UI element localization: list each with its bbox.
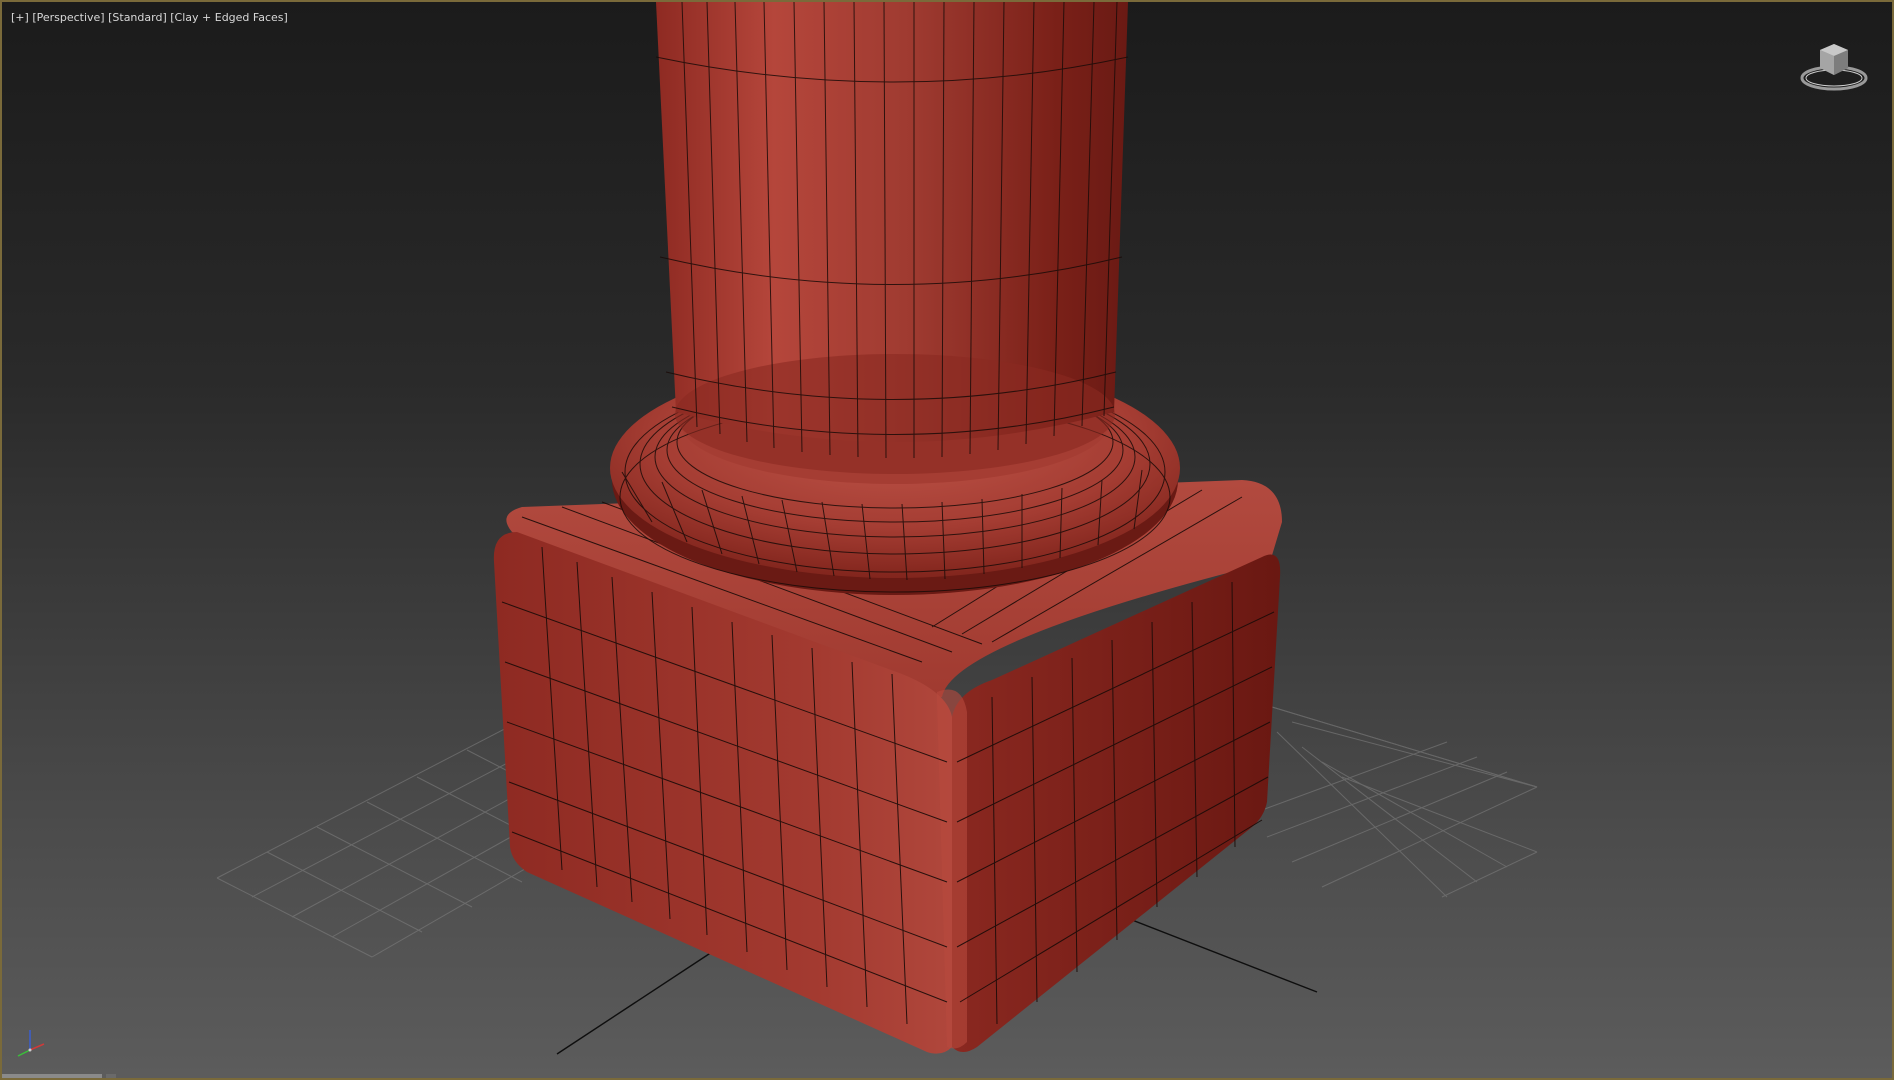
viewcube-icon[interactable]: [1798, 36, 1870, 92]
viewport-label-menu[interactable]: [+] [Perspective] [Standard] [Clay + Edg…: [11, 11, 288, 24]
viewport-scene: [216, 2, 1538, 1055]
viewport-standard-menu[interactable]: [Standard]: [108, 11, 167, 24]
viewport-shading-menu[interactable]: [Clay + Edged Faces]: [170, 11, 288, 24]
viewport-view-menu[interactable]: [Perspective]: [32, 11, 104, 24]
perspective-viewport[interactable]: [+] [Perspective] [Standard] [Clay + Edg…: [0, 0, 1894, 1080]
viewport-plus-menu[interactable]: [+]: [11, 11, 29, 24]
column-shaft: [655, 2, 1129, 474]
axis-tripod-icon: [17, 1030, 45, 1057]
timeline-slider-handle[interactable]: [106, 1074, 116, 1078]
timeline-slider[interactable]: [2, 1074, 102, 1078]
